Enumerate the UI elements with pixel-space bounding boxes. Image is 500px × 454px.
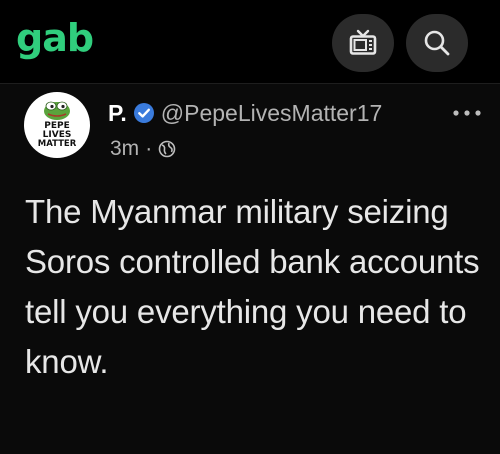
- globe-icon: [158, 140, 176, 158]
- search-icon: [424, 30, 450, 56]
- pepe-lives-matter-avatar-icon: PEPE LIVES MATTER: [38, 101, 77, 149]
- gab-app: gab PEPE LIVES MATTER P. @PepeLivesMatte…: [0, 0, 500, 454]
- display-name[interactable]: P.: [108, 100, 127, 127]
- search-button[interactable]: [406, 14, 468, 72]
- tv-button[interactable]: [332, 14, 394, 72]
- post: PEPE LIVES MATTER P. @PepeLivesMatter17 …: [0, 84, 500, 454]
- post-body-text: The Myanmar military seizing Soros contr…: [25, 193, 480, 380]
- user-handle[interactable]: @PepeLivesMatter17: [161, 100, 383, 127]
- top-navigation-bar: gab: [0, 0, 500, 84]
- avatar[interactable]: PEPE LIVES MATTER: [24, 92, 90, 158]
- gab-logo[interactable]: gab: [16, 16, 94, 60]
- more-options-icon[interactable]: [450, 106, 484, 120]
- verified-badge-icon: [133, 103, 154, 123]
- post-author-row: P. @PepeLivesMatter17: [108, 98, 382, 128]
- meta-separator: ·: [145, 137, 153, 160]
- tv-icon: [349, 29, 377, 55]
- post-timestamp[interactable]: 3m: [110, 137, 139, 161]
- post-meta-row: 3m ·: [110, 136, 176, 162]
- avatar-text-line-3: MATTER: [38, 139, 77, 149]
